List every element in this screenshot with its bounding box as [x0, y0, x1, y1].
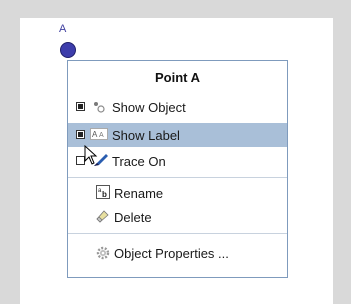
- show-object-checkbox[interactable]: [76, 102, 85, 111]
- menu-item-show-object[interactable]: Show Object: [68, 95, 287, 119]
- menu-item-label: Object Properties ...: [114, 246, 229, 261]
- svg-text:A: A: [99, 132, 104, 139]
- menu-item-delete[interactable]: Delete: [68, 205, 287, 229]
- show-object-icon: [92, 100, 106, 117]
- menu-separator: [68, 233, 287, 234]
- menu-item-label: Trace On: [112, 154, 166, 169]
- menu-item-label: Show Object: [112, 100, 186, 115]
- menu-item-trace-on[interactable]: Trace On: [68, 149, 287, 173]
- menu-item-label: Show Label: [112, 128, 180, 143]
- point-a[interactable]: [60, 42, 76, 58]
- point-label: A: [59, 23, 67, 35]
- menu-item-label: Delete: [114, 210, 152, 225]
- mouse-cursor-icon: [84, 144, 98, 170]
- menu-item-rename[interactable]: a b Rename: [68, 181, 287, 205]
- show-label-checkbox[interactable]: [76, 130, 85, 139]
- context-menu: Point A Show Object A A Show Label Trace…: [67, 60, 288, 278]
- gear-icon: [96, 246, 110, 263]
- svg-text:A: A: [92, 130, 98, 139]
- menu-item-show-label[interactable]: A A Show Label: [68, 123, 287, 147]
- rename-icon: a b: [96, 185, 110, 202]
- show-label-icon: A A: [90, 127, 108, 144]
- eraser-icon: [96, 209, 110, 226]
- menu-item-object-properties[interactable]: Object Properties ...: [68, 241, 287, 265]
- menu-item-label: Rename: [114, 186, 164, 201]
- menu-title: Point A: [154, 70, 200, 85]
- menu-separator: [68, 177, 287, 178]
- svg-text:b: b: [102, 190, 107, 199]
